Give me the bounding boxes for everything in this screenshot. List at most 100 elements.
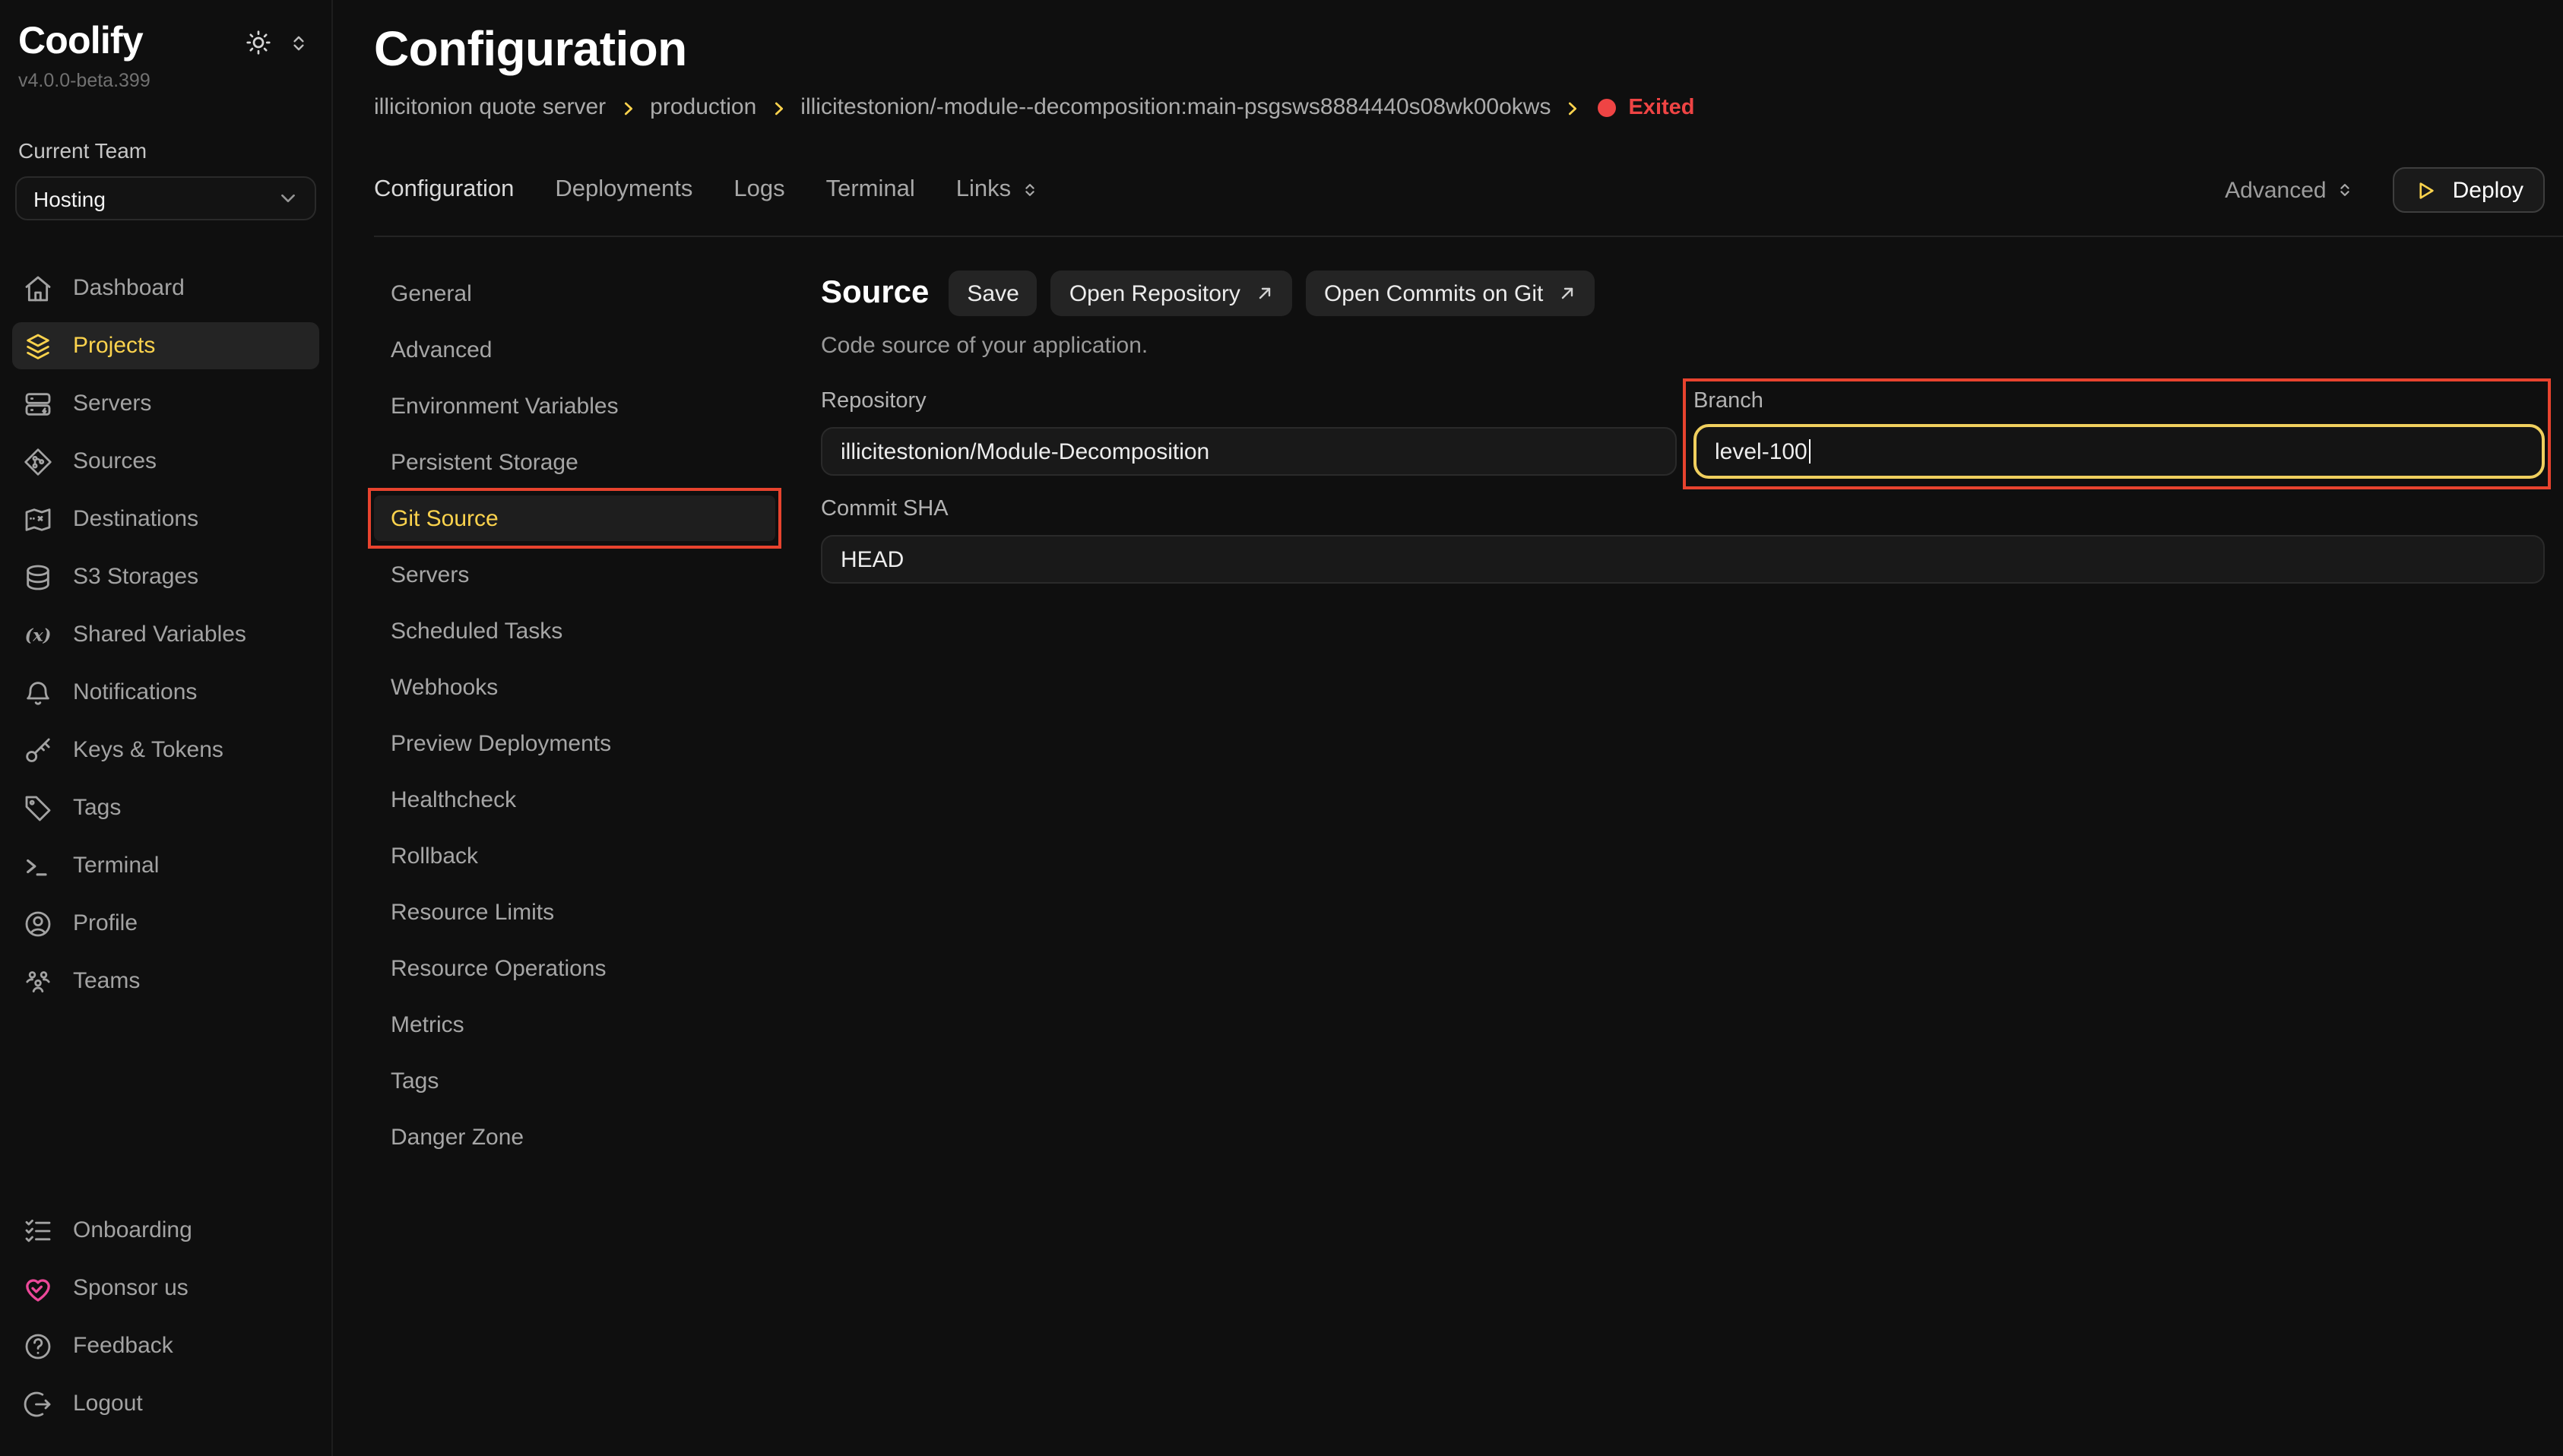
subnav-item-healthcheck[interactable]: Healthcheck <box>374 777 775 822</box>
sidebar-item-tags[interactable]: Tags <box>12 785 319 832</box>
breadcrumb-environment[interactable]: production <box>650 94 756 120</box>
sidebar-item-servers[interactable]: Servers <box>12 381 319 428</box>
configuration-body: General Advanced Environment Variables P… <box>374 271 2563 1170</box>
sidebar-item-terminal[interactable]: Terminal <box>12 843 319 890</box>
app-logo: Coolify <box>18 21 143 62</box>
subnav-item-resource-operations[interactable]: Resource Operations <box>374 945 775 991</box>
subnav-item-webhooks[interactable]: Webhooks <box>374 664 775 710</box>
sidebar-footer-nav: Onboarding Sponsor us Feedback Logout <box>0 1207 331 1438</box>
sidebar-item-shared-variables[interactable]: (x) Shared Variables <box>12 612 319 659</box>
page-title: Configuration <box>374 21 2563 78</box>
main-content: Configuration illicitonion quote server … <box>334 0 2563 1456</box>
tab-configuration[interactable]: Configuration <box>374 176 514 204</box>
brand-row: Coolify <box>0 21 331 62</box>
subnav-item-tags[interactable]: Tags <box>374 1058 775 1103</box>
subnav-item-danger-zone[interactable]: Danger Zone <box>374 1114 775 1160</box>
chevrons-updown-icon <box>2337 179 2354 201</box>
subnav-item-advanced[interactable]: Advanced <box>374 327 775 372</box>
subnav-item-git-source[interactable]: Git Source <box>374 495 775 541</box>
branch-field-group: Branch level-100 <box>1693 389 2545 479</box>
coolify-app: Coolify v4.0.0-beta.399 Current Team Hos… <box>0 0 2563 1456</box>
commit-sha-input[interactable]: HEAD <box>821 535 2545 584</box>
branch-label: Branch <box>1693 389 2545 413</box>
sidebar-footer-item-feedback[interactable]: Feedback <box>12 1322 319 1369</box>
breadcrumb: illicitonion quote server production ill… <box>374 94 2563 120</box>
sidebar-item-notifications[interactable]: Notifications <box>12 669 319 717</box>
sidebar-item-keys-tokens[interactable]: Keys & Tokens <box>12 727 319 774</box>
sidebar-item-s3-storages[interactable]: S3 Storages <box>12 554 319 601</box>
team-select-value: Hosting <box>33 187 106 211</box>
subnav-item-general[interactable]: General <box>374 271 775 316</box>
team-select[interactable]: Hosting <box>15 177 316 221</box>
screen: Coolify v4.0.0-beta.399 Current Team Hos… <box>0 0 2563 1456</box>
branch-input[interactable]: level-100 <box>1693 424 2545 479</box>
theme-sun-icon[interactable] <box>245 29 272 56</box>
layers-icon <box>23 331 53 362</box>
subnav-item-scheduled-tasks[interactable]: Scheduled Tasks <box>374 608 775 654</box>
repository-input[interactable]: illicitestonion/Module-Decomposition <box>821 427 1677 476</box>
app-version: v4.0.0-beta.399 <box>0 71 331 92</box>
sidebar: Coolify v4.0.0-beta.399 Current Team Hos… <box>0 0 333 1456</box>
config-subnav: General Advanced Environment Variables P… <box>374 271 775 1170</box>
tab-deployments[interactable]: Deployments <box>555 176 692 204</box>
subnav-item-rollback[interactable]: Rollback <box>374 833 775 878</box>
tag-icon <box>23 793 53 824</box>
save-button[interactable]: Save <box>949 271 1037 316</box>
bell-icon <box>23 678 53 708</box>
text-cursor <box>1809 439 1811 464</box>
source-title: Source <box>821 275 929 312</box>
sidebar-item-projects[interactable]: Projects <box>12 323 319 370</box>
database-icon <box>23 562 53 593</box>
sidebar-footer-item-onboarding[interactable]: Onboarding <box>12 1207 319 1254</box>
subnav-item-resource-limits[interactable]: Resource Limits <box>374 889 775 935</box>
breadcrumb-application[interactable]: illicitestonion/-module--decomposition:m… <box>800 94 1551 120</box>
git-source-icon <box>23 447 53 477</box>
svg-text:(x): (x) <box>25 625 52 645</box>
checklist-icon <box>23 1215 53 1246</box>
help-circle-icon <box>23 1331 53 1361</box>
heart-hands-icon <box>23 1273 53 1303</box>
sidebar-item-profile[interactable]: Profile <box>12 901 319 948</box>
subnav-item-servers[interactable]: Servers <box>374 552 775 597</box>
sidebar-item-sources[interactable]: Sources <box>12 438 319 486</box>
chevron-down-icon <box>278 189 298 209</box>
open-commits-button[interactable]: Open Commits on Git <box>1306 271 1595 316</box>
tabs-divider <box>374 236 2563 237</box>
subnav-item-environment-variables[interactable]: Environment Variables <box>374 383 775 429</box>
tabs-row: Configuration Deployments Logs T <box>374 167 2563 213</box>
repository-field-group: Repository illicitestonion/Module-Decomp… <box>821 389 1677 479</box>
sidebar-item-dashboard[interactable]: Dashboard <box>12 265 319 312</box>
sidebar-nav: Dashboard Projects Servers Sources <box>0 265 331 1016</box>
current-team-label: Current Team <box>0 139 331 163</box>
sidebar-footer-item-logout[interactable]: Logout <box>12 1380 319 1427</box>
tab-terminal[interactable]: Terminal <box>826 176 915 204</box>
source-header: Source Save Open Repository Open Commits… <box>821 271 2545 316</box>
source-fields: Repository illicitestonion/Module-Decomp… <box>821 389 2545 584</box>
chevron-right-icon <box>619 100 636 116</box>
source-section: Source Save Open Repository Open Commits… <box>821 271 2545 1170</box>
home-icon <box>23 274 53 304</box>
source-description: Code source of your application. <box>821 333 2545 359</box>
play-icon <box>2415 179 2438 201</box>
advanced-menu[interactable]: Advanced <box>2225 177 2353 203</box>
open-repository-button[interactable]: Open Repository <box>1051 271 1292 316</box>
subnav-item-persistent-storage[interactable]: Persistent Storage <box>374 439 775 485</box>
chevrons-updown-icon <box>1022 179 1038 201</box>
tab-links[interactable]: Links <box>956 176 1038 204</box>
tab-logs[interactable]: Logs <box>733 176 784 204</box>
status-dot-icon <box>1598 98 1616 116</box>
deploy-button[interactable]: Deploy <box>2394 167 2545 213</box>
sidebar-item-destinations[interactable]: Destinations <box>12 496 319 543</box>
sidebar-item-teams[interactable]: Teams <box>12 958 319 1005</box>
terminal-icon <box>23 851 53 882</box>
brand-icons <box>245 29 309 56</box>
theme-selector-chevrons-icon[interactable] <box>289 31 309 54</box>
subnav-item-preview-deployments[interactable]: Preview Deployments <box>374 720 775 766</box>
subnav-item-metrics[interactable]: Metrics <box>374 1002 775 1047</box>
breadcrumb-project[interactable]: illicitonion quote server <box>374 94 606 120</box>
logout-icon <box>23 1388 53 1419</box>
sidebar-footer-item-sponsor-us[interactable]: Sponsor us <box>12 1265 319 1312</box>
commit-sha-label: Commit SHA <box>821 497 2545 521</box>
variables-icon: (x) <box>23 620 53 650</box>
chevron-right-icon <box>1564 100 1581 116</box>
